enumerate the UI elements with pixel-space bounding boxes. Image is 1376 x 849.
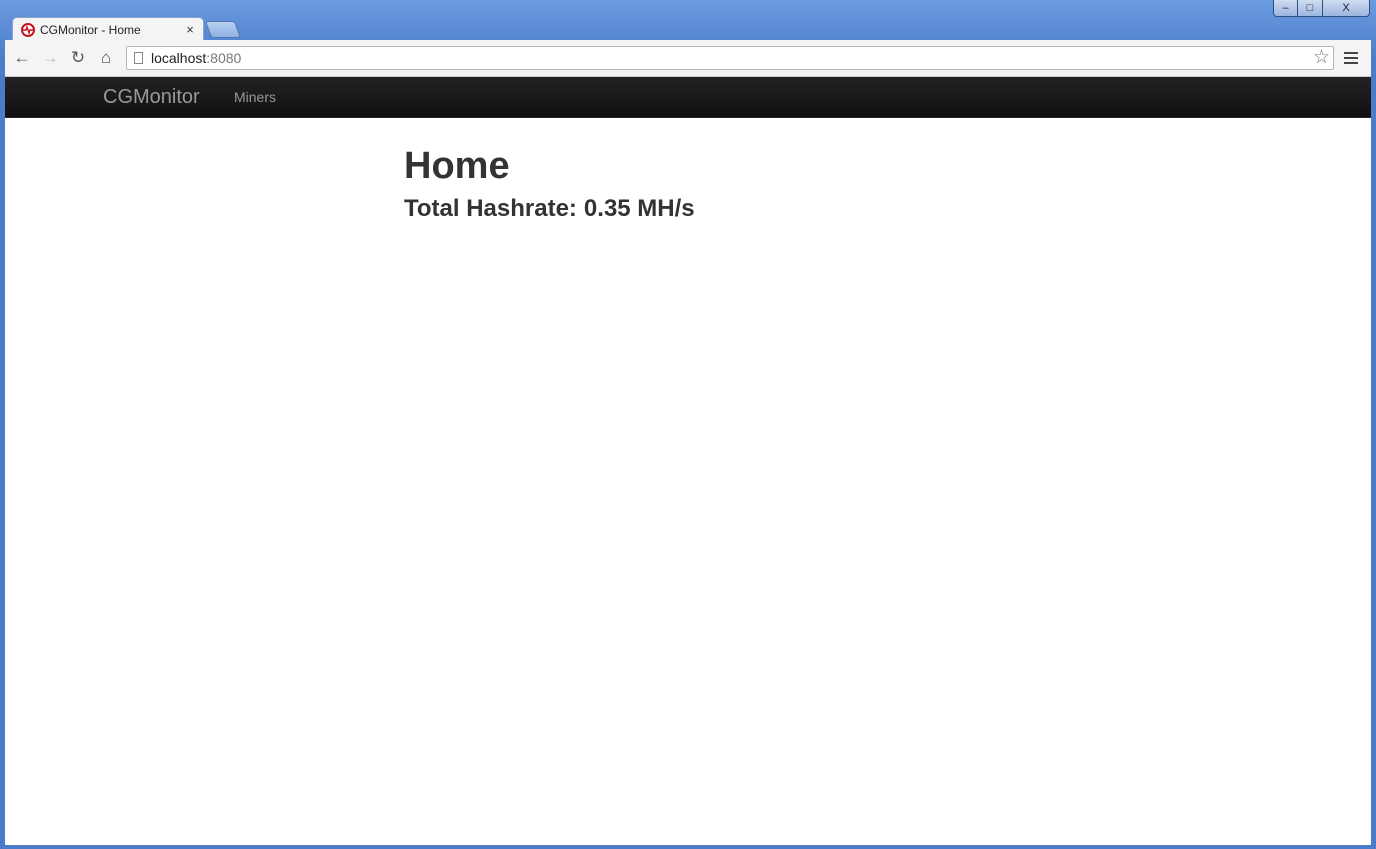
star-icon[interactable]: ☆	[1313, 48, 1330, 68]
back-arrow-icon[interactable]: ←	[8, 44, 36, 72]
maximize-button[interactable]: □	[1298, 0, 1323, 17]
nav-link-miners[interactable]: Miners	[234, 89, 276, 105]
address-bar[interactable]: localhost :8080 ☆	[126, 46, 1334, 70]
tab-title: CGMonitor - Home	[40, 22, 141, 37]
url-host: localhost	[151, 50, 207, 66]
app-favicon-icon	[21, 22, 35, 37]
browser-window: – □ X CGMonitor - Home × ← → ↻ ⌂ localho…	[0, 0, 1376, 849]
forward-arrow-icon[interactable]: →	[36, 44, 64, 72]
page-title: Home	[404, 145, 510, 187]
url-port: :8080	[206, 50, 242, 66]
menu-icon[interactable]	[1344, 52, 1358, 64]
window-controls: – □ X	[1273, 0, 1370, 18]
main-content: Home Total Hashrate: 0.35 MH/s	[404, 140, 695, 224]
home-icon[interactable]: ⌂	[92, 44, 120, 72]
page-viewport: CGMonitor Miners Home Total Hashrate: 0.3…	[5, 77, 1371, 845]
window-close-button[interactable]: X	[1323, 0, 1370, 17]
total-hashrate: Total Hashrate: 0.35 MH/s	[404, 194, 695, 224]
top-navbar: CGMonitor Miners	[5, 77, 1371, 118]
minimize-button[interactable]: –	[1273, 0, 1298, 17]
page-icon	[134, 52, 143, 64]
tab-close-icon[interactable]: ×	[182, 22, 198, 37]
browser-toolbar: ← → ↻ ⌂ localhost :8080 ☆	[5, 40, 1371, 77]
hashrate-value: 0.35 MH/s	[583, 195, 695, 222]
reload-icon[interactable]: ↻	[64, 44, 92, 72]
new-tab-button[interactable]	[204, 21, 242, 38]
hashrate-label: Total Hashrate:	[404, 195, 577, 222]
tab-cgmonitor-home[interactable]: CGMonitor - Home ×	[12, 17, 204, 41]
navbar-brand[interactable]: CGMonitor	[103, 86, 200, 109]
